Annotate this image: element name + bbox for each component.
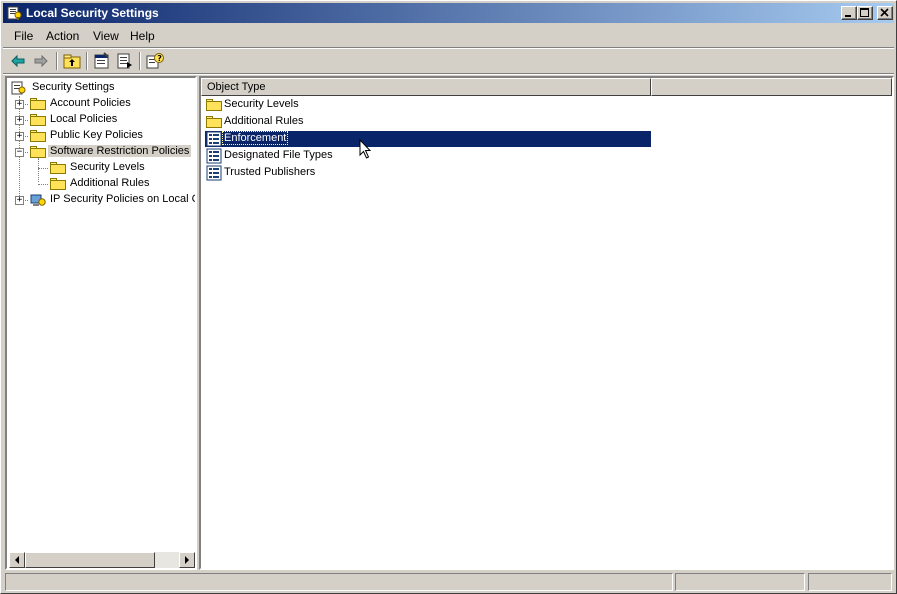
toolbar-divider (3, 73, 894, 75)
folder-icon (206, 99, 222, 111)
list-item-trusted-publishers[interactable]: Trusted Publishers (205, 165, 651, 181)
status-panel-main (5, 573, 673, 591)
folder-icon (206, 116, 222, 128)
toolbar-separator (86, 52, 88, 70)
expand-icon[interactable]: + (15, 132, 24, 141)
scroll-right-button[interactable] (179, 552, 195, 568)
status-panel-secondary (675, 573, 805, 591)
tree-item-label: Security Settings (32, 81, 115, 93)
properties-button[interactable] (92, 51, 112, 71)
tree-horizontal-scrollbar[interactable] (9, 552, 195, 568)
tree-item-public-key-policies[interactable]: + Public Key Policies (7, 128, 193, 144)
folder-icon (50, 162, 66, 174)
list-item-designated-file-types[interactable]: Designated File Types (205, 148, 651, 164)
mouse-cursor-icon (359, 139, 372, 159)
status-panel-tertiary (808, 573, 892, 591)
scroll-left-button[interactable] (9, 552, 25, 568)
console-tree[interactable]: Security Settings + Account Policies + L… (5, 76, 197, 570)
security-settings-icon (11, 81, 26, 95)
properties-icon (94, 52, 109, 69)
collapse-icon[interactable]: − (15, 148, 24, 157)
list-item-label: Designated File Types (224, 149, 333, 161)
tree-item-software-restriction-policies[interactable]: − Software Restriction Policies (7, 144, 193, 160)
up-one-level-button[interactable] (62, 51, 82, 71)
up-folder-icon (63, 54, 81, 69)
maximize-button[interactable] (857, 6, 873, 20)
title-bar[interactable]: Local Security Settings (3, 3, 894, 23)
tree-item-label: Public Key Policies (50, 129, 143, 141)
list-item-label: Security Levels (224, 98, 299, 110)
policy-object-icon (206, 131, 222, 147)
app-window: Local Security Settings File Action View… (0, 0, 897, 594)
expand-icon[interactable]: + (15, 100, 24, 109)
toolbar-separator (56, 52, 58, 70)
folder-icon (30, 130, 46, 142)
policy-folder-icon (30, 98, 46, 110)
list-item-enforcement[interactable]: Enforcement (205, 131, 651, 147)
close-button[interactable] (877, 6, 893, 20)
menu-bar: File Action View Help (3, 25, 894, 47)
help-button[interactable]: ? (145, 51, 165, 71)
menu-action[interactable]: Action (46, 29, 79, 43)
list-item-additional-rules[interactable]: Additional Rules (205, 114, 651, 130)
list-header: Object Type (201, 78, 892, 96)
tree-item-label: Local Policies (50, 113, 118, 125)
minimize-icon (845, 15, 851, 17)
list-item-security-levels[interactable]: Security Levels (205, 97, 651, 113)
tree-item-account-policies[interactable]: + Account Policies (7, 96, 193, 112)
tree-item-security-levels[interactable]: Security Levels (7, 160, 193, 176)
ip-security-icon (30, 194, 46, 206)
open-folder-icon (30, 146, 46, 158)
column-header-empty[interactable] (651, 78, 892, 96)
scrollbar-thumb[interactable] (25, 552, 155, 568)
list-item-label: Enforcement (221, 131, 289, 145)
menu-file[interactable]: File (14, 29, 33, 43)
tree-connector (38, 184, 48, 185)
list-item-label: Trusted Publishers (224, 166, 316, 178)
export-list-button[interactable] (115, 51, 135, 71)
forward-arrow-icon (34, 54, 48, 68)
policy-object-icon (206, 148, 222, 164)
toolbar-separator (139, 52, 141, 70)
maximize-icon (860, 8, 869, 17)
tree-item-ip-security-policies[interactable]: + IP Security Policies on Local Co (7, 192, 195, 208)
details-pane[interactable]: Object Type Security Levels Additional R… (199, 76, 894, 570)
minimize-button[interactable] (841, 6, 857, 20)
tree-item-label: IP Security Policies on Local Co (50, 193, 197, 205)
column-header-object-type[interactable]: Object Type (201, 78, 651, 96)
window-title: Local Security Settings (26, 6, 159, 20)
back-button[interactable] (8, 51, 28, 71)
toolbar: ? (3, 49, 894, 73)
right-arrow-icon (185, 556, 189, 564)
help-icon: ? (146, 53, 164, 69)
tree-item-label: Account Policies (50, 97, 131, 109)
tree-item-security-settings[interactable]: Security Settings (11, 80, 191, 96)
forward-button[interactable] (31, 51, 51, 71)
close-icon (880, 8, 889, 17)
left-arrow-icon (15, 556, 19, 564)
svg-text:?: ? (157, 54, 162, 63)
menu-help[interactable]: Help (130, 29, 155, 43)
tree-item-label: Additional Rules (70, 177, 150, 189)
tree-item-label: Software Restriction Policies (48, 145, 192, 157)
security-settings-icon (7, 6, 22, 20)
expand-icon[interactable]: + (15, 116, 24, 125)
tree-item-label: Security Levels (70, 161, 145, 173)
export-list-icon (117, 53, 132, 69)
tree-item-additional-rules[interactable]: Additional Rules (7, 176, 193, 192)
policy-folder-icon (30, 114, 46, 126)
status-bar (3, 572, 894, 592)
tree-item-local-policies[interactable]: + Local Policies (7, 112, 193, 128)
tree-connector (38, 168, 48, 169)
back-arrow-icon (11, 54, 25, 68)
list-item-label: Additional Rules (224, 115, 304, 127)
policy-object-icon (206, 165, 222, 181)
menu-view[interactable]: View (93, 29, 119, 43)
expand-icon[interactable]: + (15, 196, 24, 205)
folder-icon (50, 178, 66, 190)
